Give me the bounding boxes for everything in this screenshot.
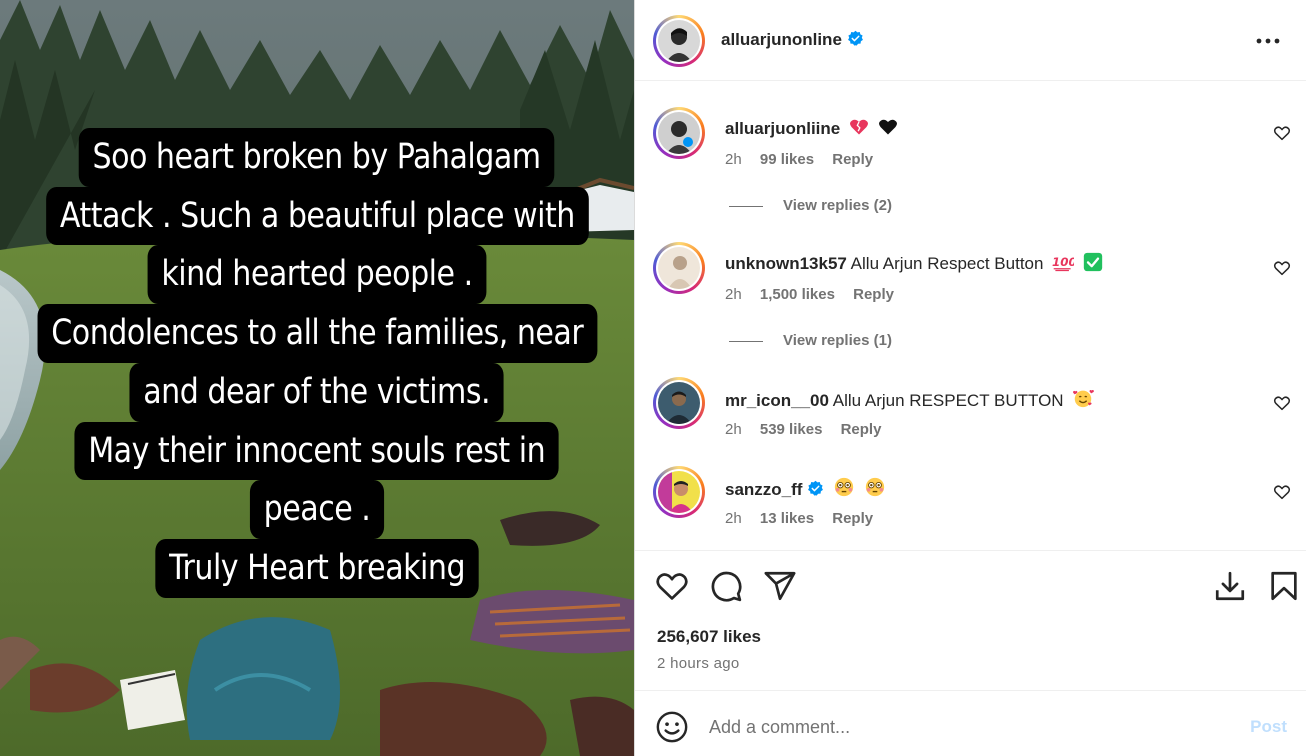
reply-button[interactable]: Reply — [832, 151, 873, 168]
person-avatar-icon — [658, 382, 700, 424]
hundred-points-icon: 100 — [1052, 255, 1074, 272]
commenter-avatar[interactable] — [653, 107, 705, 159]
comment-body: Allu Arjun RESPECT BUTTON — [832, 391, 1064, 410]
svg-text:100: 100 — [1052, 255, 1074, 269]
author-username[interactable]: alluarjunonline — [721, 30, 842, 49]
share-icon[interactable] — [763, 569, 797, 603]
commenter-avatar[interactable] — [653, 242, 705, 294]
comment-username[interactable]: mr_icon__00 — [725, 391, 829, 410]
add-comment-bar: Post — [635, 690, 1306, 756]
black-heart-icon — [878, 119, 897, 135]
comment-username[interactable]: alluarjuonliine — [725, 119, 840, 138]
heart-icon[interactable] — [655, 569, 689, 603]
person-avatar-icon — [658, 247, 700, 289]
flushed-face-icon — [835, 477, 854, 497]
broken-heart-icon — [850, 119, 868, 135]
download-icon[interactable] — [1213, 569, 1247, 603]
like-comment-heart-icon[interactable] — [1273, 483, 1291, 501]
caption-line: kind hearted people . — [147, 245, 487, 305]
comment-time: 2h — [725, 421, 742, 438]
like-comment-heart-icon[interactable] — [1273, 124, 1291, 142]
bookmark-icon[interactable] — [1267, 569, 1301, 603]
reply-button[interactable]: Reply — [853, 286, 894, 303]
person-avatar-icon — [658, 112, 700, 154]
comments-list[interactable]: alluarjuonliine 2h 99 likes Reply View r… — [635, 82, 1306, 550]
comment-likes[interactable]: 99 likes — [760, 151, 814, 168]
person-avatar-icon — [658, 20, 700, 62]
caption-line: May their innocent souls rest in — [74, 421, 560, 481]
caption-line: Attack . Such a beautiful place with — [45, 186, 589, 246]
post-actions: 256,607 likes 2 hours ago — [635, 550, 1306, 690]
comment-likes[interactable]: 13 likes — [760, 510, 814, 527]
post-likes-count[interactable]: 256,607 likes — [657, 627, 761, 647]
comment-body: Allu Arjun Respect Button — [850, 254, 1044, 273]
post-timestamp[interactable]: 2 hours ago — [657, 655, 740, 672]
divider-line — [729, 205, 763, 207]
reply-button[interactable]: Reply — [832, 510, 873, 527]
verified-badge-icon — [808, 480, 824, 496]
comment-likes[interactable]: 539 likes — [760, 421, 823, 438]
comment-time: 2h — [725, 286, 742, 303]
post-header: alluarjunonline — [635, 0, 1306, 81]
more-options-button[interactable] — [1253, 26, 1283, 56]
view-replies-button[interactable]: View replies (1) — [729, 332, 892, 349]
emoji-picker-icon[interactable] — [655, 710, 689, 744]
commenter-avatar[interactable] — [653, 377, 705, 429]
author-avatar[interactable] — [653, 15, 705, 67]
more-horizontal-icon — [1256, 38, 1280, 44]
commenter-avatar[interactable] — [653, 466, 705, 518]
caption-line: peace . — [249, 480, 385, 539]
post-comment-button[interactable]: Post — [1250, 717, 1287, 737]
comment-username[interactable]: unknown13k57 — [725, 254, 847, 273]
check-mark-button-icon — [1083, 252, 1103, 272]
reply-button[interactable]: Reply — [841, 421, 882, 438]
like-comment-heart-icon[interactable] — [1273, 259, 1291, 277]
comment-likes[interactable]: 1,500 likes — [760, 286, 835, 303]
verified-badge-icon — [847, 30, 863, 46]
comment-icon[interactable] — [709, 569, 743, 603]
smiling-face-with-hearts-icon — [1073, 389, 1095, 408]
flushed-face-icon — [865, 477, 885, 497]
post-image: Soo heart broken by Pahalgam Attack . Su… — [0, 0, 634, 756]
caption-line: Condolences to all the families, near — [37, 304, 597, 363]
view-replies-button[interactable]: View replies (2) — [729, 197, 892, 214]
caption-line: Truly Heart breaking — [155, 538, 479, 598]
comment-username[interactable]: sanzzo_ff — [725, 480, 802, 499]
post-details-panel: alluarjunonline alluarjuonliine 2h 99 li… — [634, 0, 1306, 756]
post-caption-overlay: Soo heart broken by Pahalgam Attack . Su… — [0, 128, 634, 598]
comment-time: 2h — [725, 151, 742, 168]
comment-time: 2h — [725, 510, 742, 527]
caption-line: Soo heart broken by Pahalgam — [79, 128, 555, 187]
person-avatar-icon — [658, 471, 700, 513]
divider-line — [729, 340, 763, 342]
comment-input[interactable] — [709, 713, 1229, 741]
caption-line: and dear of the victims. — [129, 362, 505, 422]
like-comment-heart-icon[interactable] — [1273, 394, 1291, 412]
